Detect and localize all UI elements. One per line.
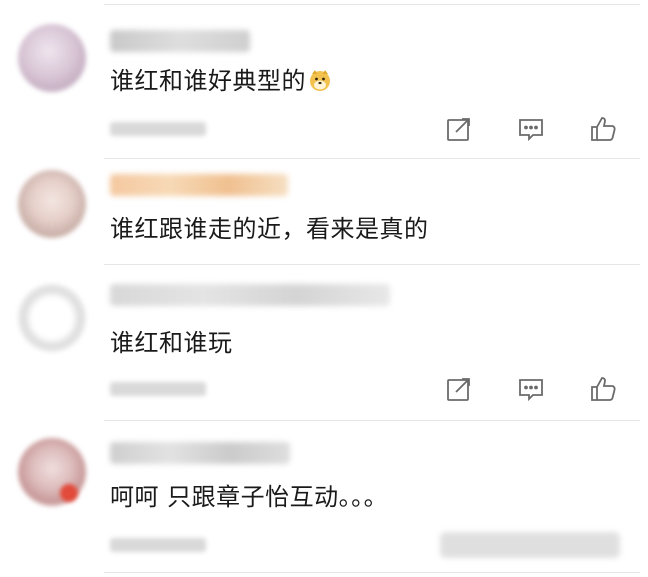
share-icon — [447, 118, 470, 141]
timestamp-blurred — [110, 538, 206, 552]
comment-item: 谁红跟谁走的近，看来是真的 — [0, 160, 648, 265]
comment-text-content: 谁红和谁好典型的 — [110, 67, 306, 95]
comment-text-content: 呵呵 只跟章子怡互动。。。 — [110, 483, 389, 511]
comment-button[interactable] — [516, 374, 546, 404]
comment-item: 谁红和谁好典型的 — [0, 0, 648, 160]
comment-text: 呵呵 只跟章子怡互动。。。 — [110, 482, 388, 512]
username-blurred[interactable] — [110, 442, 290, 464]
comment-actions — [444, 114, 618, 144]
comment-text-content: 谁红和谁玩 — [110, 329, 233, 357]
comment-button[interactable] — [516, 114, 546, 144]
watermark-blurred — [440, 532, 620, 558]
avatar-badge — [60, 484, 78, 502]
doge-emoji-icon — [310, 70, 330, 91]
like-icon — [591, 117, 616, 141]
comment-item: 谁红和谁玩 — [0, 264, 648, 421]
share-button[interactable] — [444, 374, 474, 404]
like-button[interactable] — [588, 114, 618, 144]
comment-divider — [104, 158, 640, 159]
like-button[interactable] — [588, 374, 618, 404]
avatar[interactable] — [18, 24, 86, 92]
comment-item: 呵呵 只跟章子怡互动。。。 — [0, 420, 648, 577]
username-blurred[interactable] — [110, 30, 250, 52]
comment-text: 谁红和谁玩 — [110, 328, 233, 358]
username-blurred[interactable] — [110, 284, 390, 306]
username-blurred[interactable] — [110, 174, 288, 196]
timestamp-blurred — [110, 122, 206, 136]
like-icon — [591, 377, 616, 401]
avatar[interactable] — [18, 170, 86, 238]
avatar[interactable] — [18, 284, 86, 352]
comment-text: 谁红跟谁走的近，看来是真的 — [110, 214, 429, 244]
comment-actions — [444, 374, 618, 404]
comment-text: 谁红和谁好典型的 — [110, 66, 332, 96]
comment-icon — [519, 379, 543, 402]
comment-feed: 谁红和谁好典型的 谁红跟谁走的近，看来是真的 谁红和谁玩 呵呵 只跟章子怡互动。… — [0, 0, 648, 577]
share-icon — [447, 378, 470, 401]
comment-divider — [104, 572, 640, 573]
comment-text-content: 谁红跟谁走的近，看来是真的 — [110, 215, 429, 243]
timestamp-blurred — [110, 382, 206, 396]
share-button[interactable] — [444, 114, 474, 144]
comment-icon — [519, 119, 543, 142]
